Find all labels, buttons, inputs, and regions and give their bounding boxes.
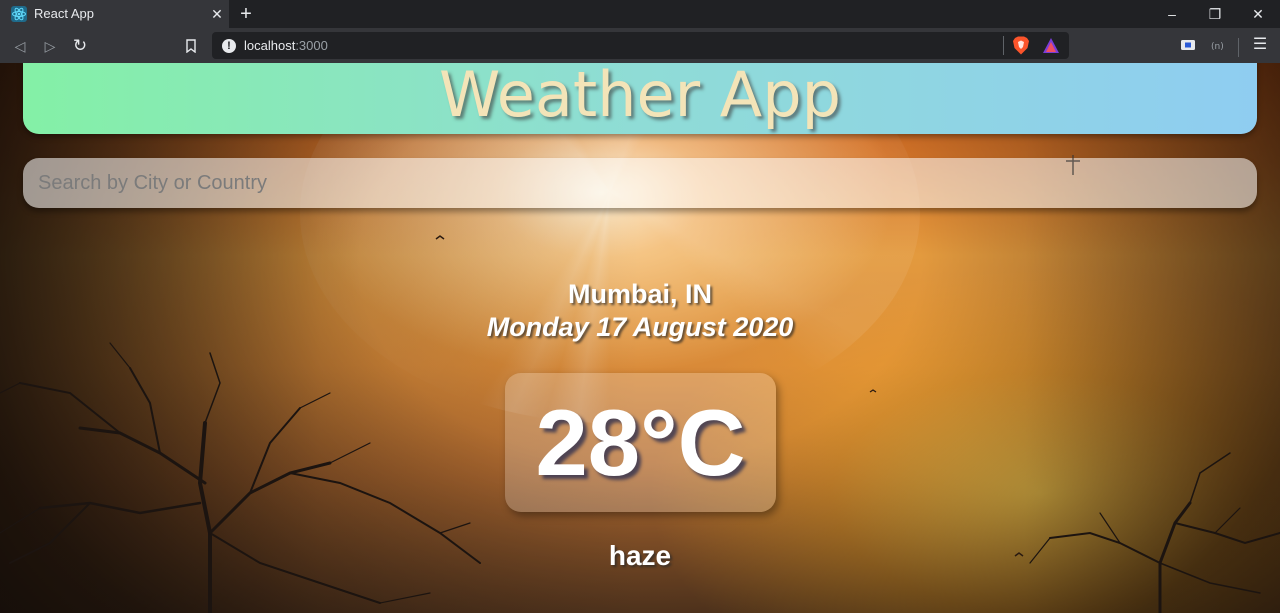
react-icon [11,6,27,22]
brave-shields-icon[interactable] [1012,36,1030,55]
brave-rewards-icon[interactable] [1042,37,1060,54]
svg-text:(n): (n) [1211,42,1224,52]
url-host: localhost [244,38,296,53]
toolbar-divider [1238,38,1239,57]
browser-tab[interactable]: React App ✕ [0,0,229,28]
browser-tabstrip: React App ✕ + – ❐ ✕ [0,0,1280,28]
app-title: Weather App [439,63,841,131]
browser-toolbar: ◁ ▷ ↻ ! localhost:3000 (n) ☰ [0,28,1280,63]
url-divider [1003,36,1004,55]
tab-title: React App [34,6,94,21]
page-viewport: Weather App Mumbai, IN Monday 17 August … [0,63,1280,613]
extension-icon[interactable]: (n) [1209,36,1227,54]
menu-icon[interactable]: ☰ [1250,35,1270,55]
back-button[interactable]: ◁ [9,35,31,57]
extension-icon[interactable] [1179,36,1197,54]
forward-button[interactable]: ▷ [39,35,61,57]
close-icon[interactable]: ✕ [208,5,226,23]
url-text[interactable]: localhost:3000 [244,38,328,53]
date-label: Monday 17 August 2020 [486,312,794,342]
url-port: :3000 [295,38,328,53]
bookmark-button[interactable] [180,35,202,57]
close-window-button[interactable]: ✕ [1238,0,1278,28]
weather-condition: haze [608,540,672,571]
info-icon[interactable]: ! [222,39,236,53]
temperature-value: 28°C [535,390,746,495]
cursor-icon [1066,155,1080,175]
location-label: Mumbai, IN [567,279,712,309]
new-tab-button[interactable]: + [236,4,256,24]
temperature-card: 28°C [505,373,776,512]
address-bar[interactable]: ! localhost:3000 [212,32,1069,59]
app-header: Weather App [23,63,1257,134]
restore-button[interactable]: ❐ [1195,0,1235,28]
minimize-button[interactable]: – [1152,0,1192,28]
reload-button[interactable]: ↻ [69,35,91,57]
